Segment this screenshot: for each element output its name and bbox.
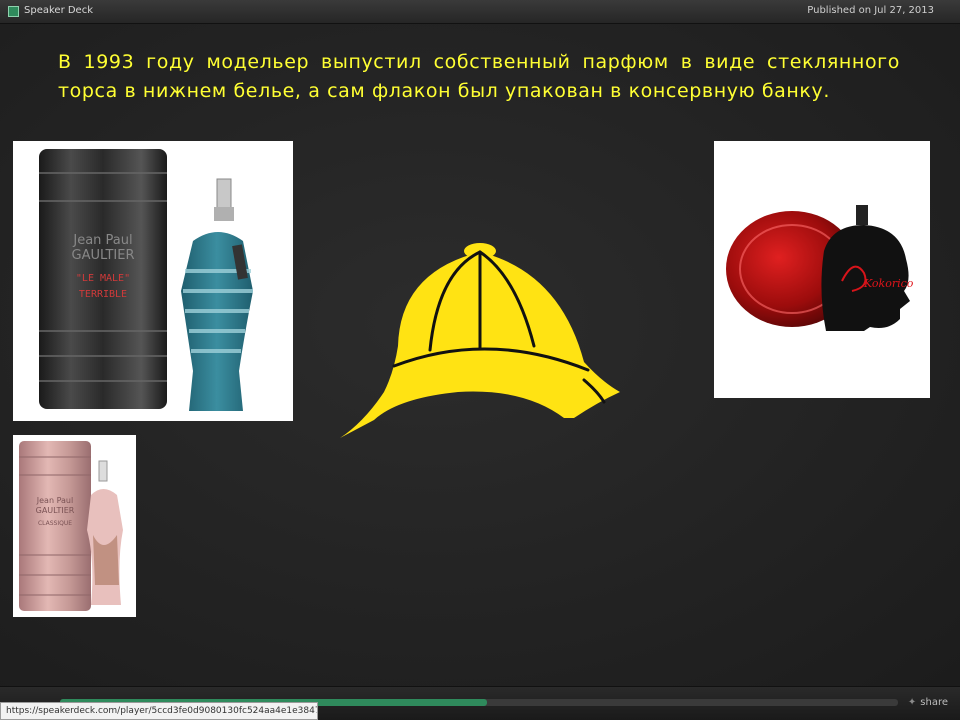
share-label: share (920, 697, 948, 708)
can-product-text: CLASSIQUE (38, 520, 72, 527)
bottle-brand-text: Kokorico (863, 277, 914, 290)
status-url-tooltip: https://speakerdeck.com/player/5ccd3fe0d… (0, 702, 318, 720)
kokorico-perfume-photo: Kokorico (714, 141, 930, 398)
speakerdeck-logo-icon (8, 6, 19, 17)
can-product-text: "LE MALE" (76, 273, 130, 284)
slide-viewport[interactable]: В 1993 году модельер выпустил собственны… (0, 24, 960, 686)
published-date: Published on Jul 27, 2013 (807, 5, 934, 16)
classique-perfume-photo: Jean Paul GAULTIER CLASSIQUE (13, 435, 136, 617)
pith-helmet-clipart (340, 243, 620, 438)
can-product-text: TERRIBLE (79, 289, 127, 300)
app-title[interactable]: Speaker Deck (24, 5, 93, 16)
title-bar: Speaker Deck Published on Jul 27, 2013 (0, 0, 960, 24)
twitter-bird-icon: ✦ (907, 697, 917, 708)
can-brand-text: GAULTIER (36, 506, 75, 515)
can-brand-text: Jean Paul (72, 233, 132, 248)
can-brand-text: Jean Paul (36, 496, 73, 505)
le-male-perfume-photo: Jean Paul GAULTIER "LE MALE" TERRIBLE (13, 141, 293, 421)
slide-text: В 1993 году модельер выпустил собственны… (58, 51, 900, 102)
share-button[interactable]: ✦ share (908, 697, 948, 708)
can-brand-text: GAULTIER (72, 248, 135, 263)
